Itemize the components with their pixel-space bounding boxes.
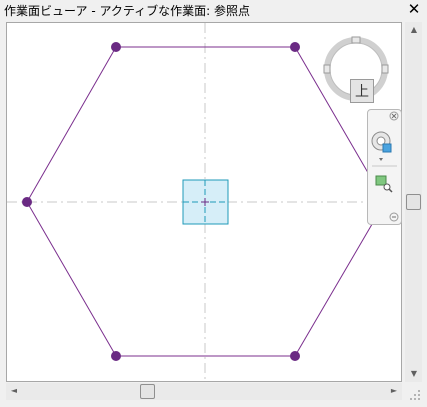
- horizontal-scroll-thumb[interactable]: [140, 384, 155, 399]
- title-bar: 作業面ビューア - アクティブな作業面: 参照点 ✕: [0, 0, 427, 20]
- vertex-bottom-right[interactable]: [290, 351, 300, 361]
- close-button[interactable]: ✕: [406, 1, 422, 17]
- scroll-down-arrow[interactable]: ▼: [408, 368, 420, 380]
- vertex-top-left[interactable]: [111, 42, 121, 52]
- vertex-bottom-left[interactable]: [111, 351, 121, 361]
- vertical-scroll-thumb[interactable]: [406, 194, 421, 210]
- collapse-icon[interactable]: [389, 212, 399, 222]
- vertical-scrollbar[interactable]: ▲ ▼: [405, 22, 422, 382]
- zoom-region-icon[interactable]: [375, 175, 393, 193]
- close-small-icon[interactable]: [389, 111, 399, 121]
- navigation-bar: [367, 109, 402, 225]
- scroll-up-arrow[interactable]: ▲: [408, 24, 420, 36]
- viewport[interactable]: 上: [6, 22, 402, 382]
- resize-grip-icon[interactable]: [408, 387, 422, 401]
- compass-east-marker: [381, 64, 389, 74]
- drawing-canvas[interactable]: [7, 23, 401, 381]
- window-title: 作業面ビューア - アクティブな作業面: 参照点: [4, 4, 251, 18]
- steering-wheel-icon[interactable]: [371, 131, 392, 153]
- resize-grip-dots: [410, 390, 420, 400]
- vertex-top-right[interactable]: [290, 42, 300, 52]
- scroll-right-arrow[interactable]: ►: [388, 385, 400, 397]
- compass-west-marker: [323, 64, 331, 74]
- viewcube-top-face[interactable]: 上: [350, 79, 374, 103]
- navigation-bar-icons: [371, 111, 399, 222]
- compass-north-marker: [351, 36, 361, 44]
- chevron-down-icon[interactable]: [379, 158, 383, 161]
- vertex-left[interactable]: [22, 197, 32, 207]
- scroll-left-arrow[interactable]: ◄: [8, 385, 20, 397]
- horizontal-scrollbar[interactable]: ◄ ►: [6, 383, 402, 400]
